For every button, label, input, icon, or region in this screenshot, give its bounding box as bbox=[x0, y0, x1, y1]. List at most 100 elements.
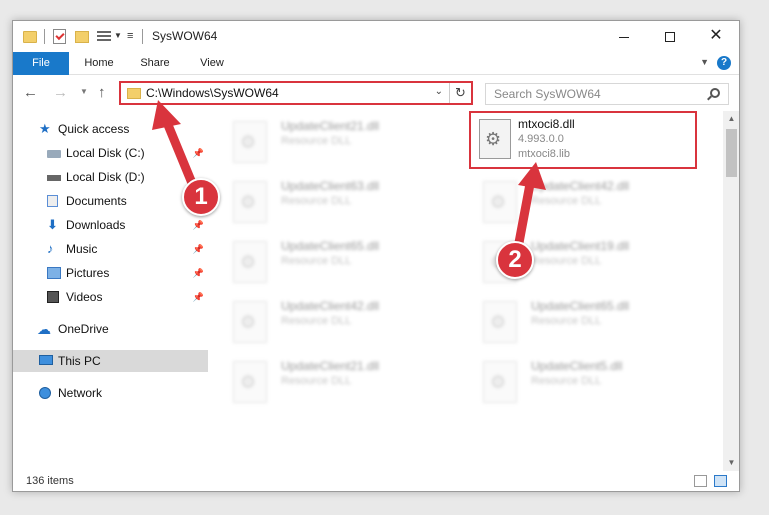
scroll-up-icon[interactable]: ▲ bbox=[723, 111, 739, 127]
chevron-down-icon[interactable]: ⌄ bbox=[435, 86, 443, 97]
list-item[interactable]: UpdateClient63.dll Resource DLL bbox=[209, 173, 439, 227]
list-item[interactable]: UpdateClient65.dll Resource DLL bbox=[209, 233, 439, 287]
sidebar-item-local-disk-d[interactable]: Local Disk (D:) bbox=[13, 166, 208, 188]
recent-locations-icon[interactable]: ▼ bbox=[80, 87, 88, 96]
expand-ribbon-icon[interactable]: ▼ bbox=[700, 57, 709, 67]
scroll-down-icon[interactable]: ▼ bbox=[723, 455, 739, 471]
tab-home[interactable]: Home bbox=[79, 52, 119, 75]
back-arrow-icon[interactable]: ← bbox=[23, 84, 38, 101]
dll-file-icon bbox=[479, 119, 511, 159]
address-bar[interactable]: C:\Windows\SysWOW64 ⌄ ↻ bbox=[119, 81, 473, 105]
sidebar-item-label: OneDrive bbox=[58, 322, 109, 336]
address-path[interactable]: C:\Windows\SysWOW64 bbox=[146, 86, 279, 100]
pictures-icon bbox=[47, 267, 61, 279]
large-icons-view-icon[interactable] bbox=[714, 475, 727, 487]
tab-share[interactable]: Share bbox=[135, 52, 175, 75]
maximize-button[interactable] bbox=[647, 21, 693, 51]
file-name: UpdateClient21.dll bbox=[281, 119, 380, 133]
refresh-button[interactable]: ↻ bbox=[449, 83, 471, 103]
list-item[interactable]: UpdateClient42.dll Resource DLL bbox=[209, 293, 439, 347]
sidebar-item-label: Pictures bbox=[66, 266, 110, 280]
chevron-down-icon[interactable]: ▼ bbox=[114, 31, 122, 40]
tab-file[interactable]: File bbox=[13, 52, 69, 75]
dll-file-icon bbox=[483, 361, 517, 403]
sidebar-item-label: Local Disk (C:) bbox=[66, 146, 145, 160]
network-icon bbox=[39, 387, 51, 399]
list-item[interactable]: UpdateClient21.dll Resource DLL bbox=[209, 353, 439, 407]
highlighted-file-item[interactable]: mtxoci8.dll 4.993.0.0 mtxoci8.lib bbox=[469, 111, 697, 169]
close-button[interactable]: ✕ bbox=[693, 21, 739, 51]
file-type: Resource DLL bbox=[281, 255, 352, 267]
pin-icon[interactable]: 📌 bbox=[193, 238, 204, 260]
pin-icon[interactable]: 📌 bbox=[193, 142, 204, 164]
sidebar-item-label: Local Disk (D:) bbox=[66, 170, 145, 184]
vertical-scrollbar[interactable]: ▲ ▼ bbox=[723, 111, 739, 471]
search-placeholder: Search SysWOW64 bbox=[494, 87, 601, 101]
sidebar-item-pictures[interactable]: Pictures 📌 bbox=[13, 262, 208, 284]
file-type: Resource DLL bbox=[531, 195, 602, 207]
file-type: Resource DLL bbox=[531, 375, 602, 387]
dll-file-icon bbox=[233, 121, 267, 163]
search-icon[interactable] bbox=[710, 88, 720, 98]
file-list: UpdateClient21.dll Resource DLL UpdateCl… bbox=[209, 111, 723, 471]
sidebar-item-onedrive[interactable]: ☁ OneDrive bbox=[13, 318, 208, 340]
cloud-icon: ☁ bbox=[37, 321, 51, 337]
explorer-window: ▼ ≡ SysWOW64 ✕ File Home Share View ▼ ? … bbox=[12, 20, 740, 492]
file-type: Resource DLL bbox=[531, 255, 602, 267]
sidebar-item-local-disk-c[interactable]: Local Disk (C:) 📌 bbox=[13, 142, 208, 164]
sidebar-item-label: Downloads bbox=[66, 218, 126, 232]
forward-arrow-icon[interactable]: → bbox=[53, 84, 68, 101]
sidebar-item-documents[interactable]: Documents 📌 bbox=[13, 190, 208, 212]
sidebar-item-quick-access[interactable]: ★ Quick access bbox=[13, 118, 208, 140]
dll-file-icon bbox=[233, 301, 267, 343]
pin-icon[interactable]: 📌 bbox=[193, 214, 204, 236]
list-item[interactable]: UpdateClient65.dll Resource DLL bbox=[459, 293, 689, 347]
help-icon[interactable]: ? bbox=[717, 56, 731, 70]
sidebar-item-this-pc[interactable]: This PC bbox=[13, 350, 208, 372]
tab-view[interactable]: View bbox=[192, 52, 232, 75]
sidebar-item-network[interactable]: Network bbox=[13, 382, 208, 404]
customize-toolbar-icon[interactable]: ≡ bbox=[127, 30, 133, 42]
list-item[interactable]: UpdateClient21.dll Resource DLL bbox=[209, 113, 439, 167]
view-icon[interactable] bbox=[97, 31, 111, 43]
dll-file-icon bbox=[233, 181, 267, 223]
file-name: UpdateClient19.dll bbox=[531, 239, 630, 253]
maximize-icon bbox=[665, 32, 675, 43]
file-name: mtxoci8.dll bbox=[518, 117, 575, 131]
scrollbar-thumb[interactable] bbox=[726, 129, 737, 177]
details-view-icon[interactable] bbox=[694, 475, 707, 487]
list-item[interactable]: UpdateClient19.dll Resource DLL bbox=[459, 233, 689, 287]
sidebar-item-downloads[interactable]: ⬇ Downloads 📌 bbox=[13, 214, 208, 236]
file-name: UpdateClient5.dll bbox=[531, 359, 623, 373]
search-input[interactable]: Search SysWOW64 bbox=[485, 83, 729, 105]
dll-file-icon bbox=[233, 241, 267, 283]
downloads-icon: ⬇ bbox=[47, 217, 58, 232]
new-folder-icon[interactable] bbox=[75, 31, 89, 43]
properties-icon[interactable] bbox=[53, 29, 66, 44]
drive-icon bbox=[47, 150, 61, 158]
sidebar-item-music[interactable]: ♪ Music 📌 bbox=[13, 238, 208, 260]
ribbon-tabs: File Home Share View ▼ ? bbox=[13, 52, 739, 75]
pin-icon[interactable]: 📌 bbox=[193, 262, 204, 284]
sidebar-item-label: Videos bbox=[66, 290, 103, 304]
folder-icon[interactable] bbox=[23, 31, 37, 43]
file-description: mtxoci8.lib bbox=[518, 148, 570, 160]
dll-file-icon bbox=[233, 361, 267, 403]
minimize-icon bbox=[619, 36, 629, 38]
list-item[interactable]: UpdateClient5.dll Resource DLL bbox=[459, 353, 689, 407]
step-2-callout: 2 bbox=[496, 241, 534, 279]
sidebar-item-label: Music bbox=[66, 242, 98, 256]
step-1-callout: 1 bbox=[182, 178, 220, 216]
minimize-button[interactable] bbox=[601, 21, 647, 51]
file-name: UpdateClient63.dll bbox=[281, 179, 380, 193]
item-count: 136 items bbox=[26, 475, 74, 487]
file-name: UpdateClient65.dll bbox=[281, 239, 380, 253]
file-version: 4.993.0.0 bbox=[518, 133, 564, 145]
up-arrow-icon[interactable]: ↑ bbox=[98, 84, 106, 101]
sidebar-item-videos[interactable]: Videos 📌 bbox=[13, 286, 208, 308]
drive-icon bbox=[47, 175, 61, 181]
file-name: UpdateClient42.dll bbox=[531, 179, 630, 193]
status-bar: 136 items bbox=[13, 471, 739, 491]
list-item[interactable]: UpdateClient42.dll Resource DLL bbox=[459, 173, 689, 227]
pin-icon[interactable]: 📌 bbox=[193, 286, 204, 308]
